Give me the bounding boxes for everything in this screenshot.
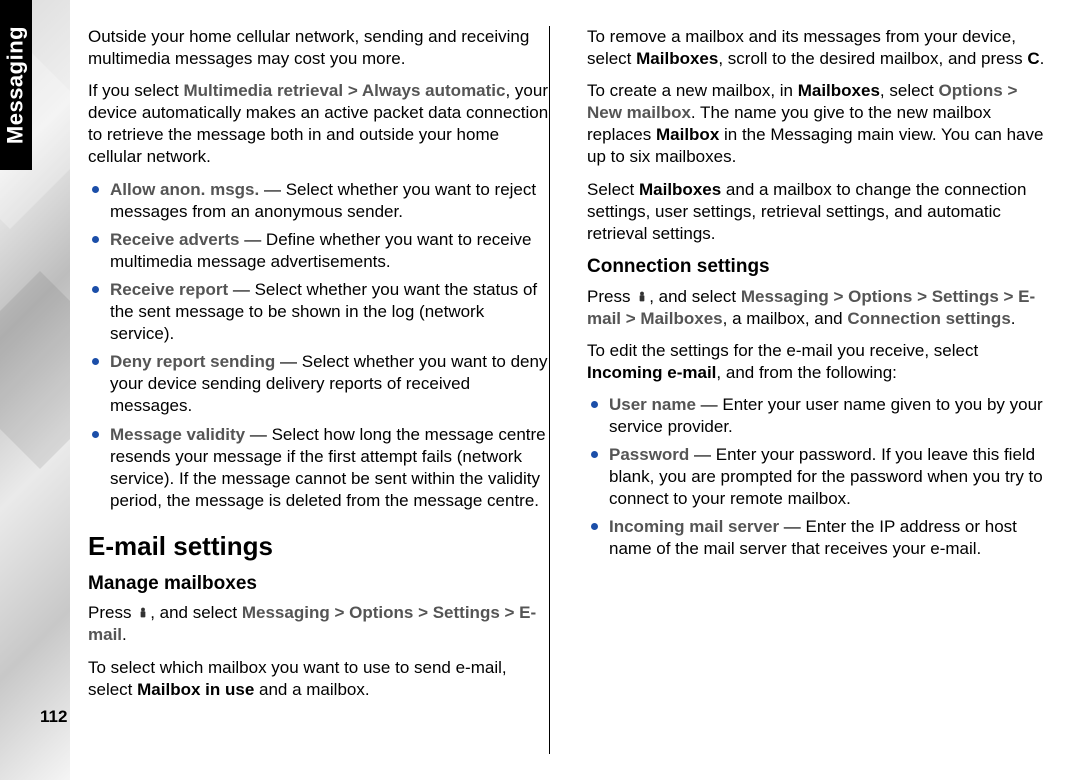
breadcrumb-separator: > [626,309,641,328]
list-item: Incoming mail server — Enter the IP addr… [587,516,1050,560]
home-key-icon [136,604,150,618]
list-item: User name — Enter your user name given t… [587,394,1050,438]
body-text: To edit the settings for the e-mail you … [587,340,1050,384]
heading-email-settings: E-mail settings [88,530,551,564]
body-text: Press , and select Messaging > Options >… [587,286,1050,330]
body-text: To select which mailbox you want to use … [88,657,551,701]
body-text: If you select Multimedia retrieval > Alw… [88,80,551,168]
body-text: Select Mailboxes and a mailbox to change… [587,179,1050,245]
body-text: Press , and select Messaging > Options >… [88,602,551,646]
list-item: Deny report sending — Select whether you… [88,351,551,417]
heading-manage-mailboxes: Manage mailboxes [88,572,551,597]
breadcrumb-separator: > [334,603,349,622]
section-tab: Messaging [0,0,32,170]
home-key-icon [635,288,649,302]
body-text: To create a new mailbox, in Mailboxes, s… [587,80,1050,168]
body-text: Outside your home cellular network, send… [88,26,551,70]
breadcrumb-separator: > [917,287,932,306]
bullet-list: Allow anon. msgs. — Select whether you w… [88,179,551,512]
section-tab-label: Messaging [2,26,31,144]
list-item: Receive report — Select whether you want… [88,279,551,345]
bullet-list: User name — Enter your user name given t… [587,394,1050,561]
breadcrumb-separator: > [833,287,848,306]
breadcrumb-separator: > [505,603,520,622]
breadcrumb-separator: > [348,81,362,100]
body-text: To remove a mailbox and its messages fro… [587,26,1050,70]
list-item: Password — Enter your password. If you l… [587,444,1050,510]
page-number: 112 [40,706,67,728]
list-item: Receive adverts — Define whether you wan… [88,229,551,273]
heading-connection-settings: Connection settings [587,255,1050,280]
breadcrumb-separator: > [1004,287,1019,306]
breadcrumb-separator: > [418,603,433,622]
list-item: Message validity — Select how long the m… [88,424,551,512]
page-content: Outside your home cellular network, send… [88,26,1050,754]
list-item: Allow anon. msgs. — Select whether you w… [88,179,551,223]
breadcrumb-separator: > [1007,81,1017,100]
